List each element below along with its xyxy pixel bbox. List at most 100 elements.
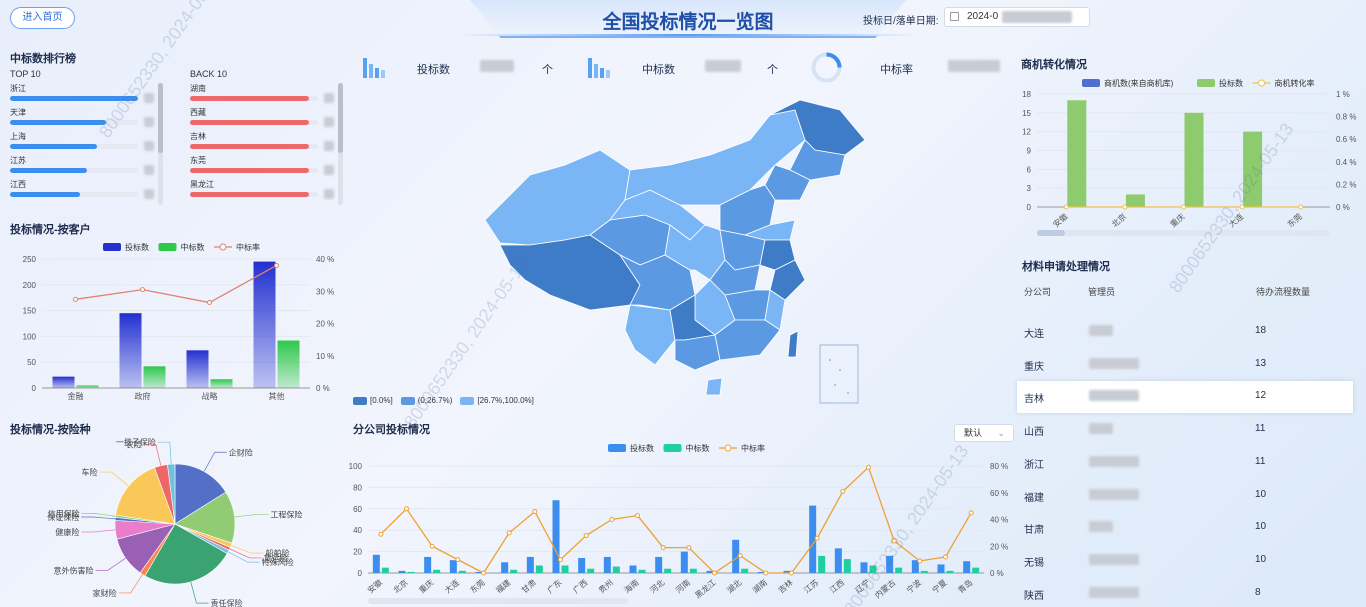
top-label: TOP 10 — [10, 69, 41, 79]
y2-tick-label: 0 % — [1336, 203, 1350, 212]
back-label: BACK 10 — [190, 69, 228, 79]
back-rank-row[interactable]: 黑龙江 — [190, 179, 350, 203]
top-rank-row[interactable]: 江苏 — [10, 155, 170, 179]
table-row[interactable]: 吉林 12 — [1017, 381, 1353, 414]
top-ranking-scrollbar[interactable] — [158, 83, 163, 205]
cell-admin — [1089, 488, 1139, 500]
table-row[interactable]: 福建 10 — [1017, 480, 1353, 512]
map-legend-item[interactable]: [0.0%] — [353, 396, 393, 405]
y2-tick-label: 0.4 % — [1336, 158, 1356, 167]
cell-admin — [1089, 325, 1113, 336]
china-map[interactable] — [470, 95, 890, 405]
rate-point — [917, 558, 923, 564]
rank-track — [10, 192, 138, 197]
table-row[interactable]: 大连 18 — [1017, 316, 1353, 348]
insurance-chart-title: 投标情况-按险种 — [10, 424, 91, 436]
back-rank-row[interactable]: 东莞 — [190, 155, 350, 179]
stat-win-value — [705, 60, 741, 72]
legend-label: 投标数 — [630, 443, 654, 453]
back-rank-row[interactable]: 吉林 — [190, 131, 350, 155]
rank-bar — [10, 192, 81, 197]
bar-投标数 — [886, 555, 894, 573]
back-ranking-scrollbar[interactable] — [338, 83, 343, 205]
pie-label: 责任保险 — [211, 598, 243, 607]
win-rate-ring-icon — [811, 52, 842, 83]
top-rank-row[interactable]: 江西 — [10, 179, 170, 203]
map-legend-item[interactable]: [26.7%,100.0%] — [460, 396, 534, 405]
legend-label: 商机转化率 — [1275, 78, 1315, 88]
home-button[interactable]: 进入首页 — [10, 7, 75, 29]
rank-bar — [190, 120, 310, 125]
rank-value — [324, 141, 334, 151]
legend-swatch — [1197, 79, 1215, 87]
rank-value — [324, 189, 334, 199]
y2-tick-label: 60 % — [990, 489, 1008, 498]
pie-leader-line — [95, 557, 126, 571]
top-rank-row[interactable]: 上海 — [10, 131, 170, 155]
cell-branch: 重庆 — [1024, 361, 1044, 373]
bar-投标数 — [501, 562, 509, 573]
top-rank-row[interactable]: 浙江 — [10, 83, 170, 107]
map-legend-item[interactable]: (0,26.7%) — [400, 396, 452, 405]
bar-投标数 — [372, 554, 380, 573]
x-tick-label: 大连 — [442, 577, 461, 595]
bar-投标数 — [578, 558, 586, 573]
y-tick-label: 18 — [1022, 90, 1031, 99]
x-tick-label: 宁夏 — [930, 577, 949, 595]
table-row[interactable]: 浙江 11 — [1017, 447, 1353, 479]
top-ranking-list: 浙江 天津 上海 江苏 江西 — [10, 83, 170, 203]
x-tick-label: 青岛 — [956, 577, 975, 595]
table-row[interactable]: 重庆 13 — [1017, 349, 1353, 381]
rate-point — [686, 545, 692, 551]
bar-中标数 — [407, 571, 415, 573]
rate-point — [73, 296, 78, 302]
stat-rate-value — [948, 60, 1000, 72]
legend-label: 商机数(来自商机库) — [1104, 78, 1174, 88]
table-row[interactable]: 无锡 10 — [1017, 545, 1353, 577]
bar-投标数 — [1243, 131, 1263, 207]
pie-label: 意外伤害险 — [53, 566, 93, 576]
table-row[interactable]: 陕西 8 — [1017, 578, 1353, 607]
x-tick-label: 战略 — [202, 391, 218, 401]
chart-scrollbar — [1037, 230, 1330, 236]
rate-line — [380, 466, 972, 574]
table-row[interactable]: 山西 11 — [1017, 414, 1353, 446]
x-tick-label: 河北 — [648, 577, 667, 595]
legend-label: 中标数 — [181, 242, 205, 252]
rate-point — [891, 538, 897, 544]
x-tick-label: 福建 — [494, 577, 513, 595]
chart-scrollbar — [368, 598, 628, 604]
bar-投标数 — [119, 313, 142, 388]
rank-value — [324, 165, 334, 175]
bar-投标数 — [1184, 112, 1204, 207]
stat-bid-unit: 个 — [542, 64, 553, 76]
pie-label: 特殊风险 — [262, 557, 294, 567]
customer-bar-chart: 0 50 100 150 200 250 0 % 10 % 20 % 30 % 40 % 金融 政府 战略… — [23, 242, 335, 401]
cell-count: 10 — [1255, 488, 1267, 500]
rate-point — [712, 570, 717, 576]
table-row[interactable]: 甘肃 10 — [1017, 512, 1353, 544]
rank-value — [324, 93, 334, 103]
rank-value — [324, 117, 334, 127]
pie-leader-line — [190, 581, 209, 604]
rate-point — [378, 531, 384, 537]
rank-value — [144, 141, 154, 151]
back-rank-row[interactable]: 湖南 — [190, 83, 350, 107]
rate-point — [558, 557, 563, 563]
bar-中标数 — [741, 568, 749, 573]
rate-point — [207, 300, 212, 306]
cell-admin — [1089, 586, 1139, 598]
back-rank-row[interactable]: 西藏 — [190, 107, 350, 131]
y2-tick-label: 40 % — [316, 255, 334, 264]
legend-label: 中标率 — [741, 443, 765, 453]
top-rank-row[interactable]: 天津 — [10, 107, 170, 131]
insurance-pie-chart: 企财险工程保险船舶险货运险特殊风险责任保险家财险意外伤害险健康险保证保险信用保险… — [47, 437, 302, 607]
y2-tick-label: 20 % — [990, 542, 1008, 551]
y-tick-label: 100 — [349, 462, 363, 471]
x-tick-label: 其他 — [269, 391, 285, 401]
rank-track — [190, 168, 318, 173]
rate-point — [789, 570, 794, 576]
bar-中标数 — [381, 567, 389, 573]
y-tick-label: 250 — [23, 255, 37, 264]
rank-track — [190, 96, 318, 101]
